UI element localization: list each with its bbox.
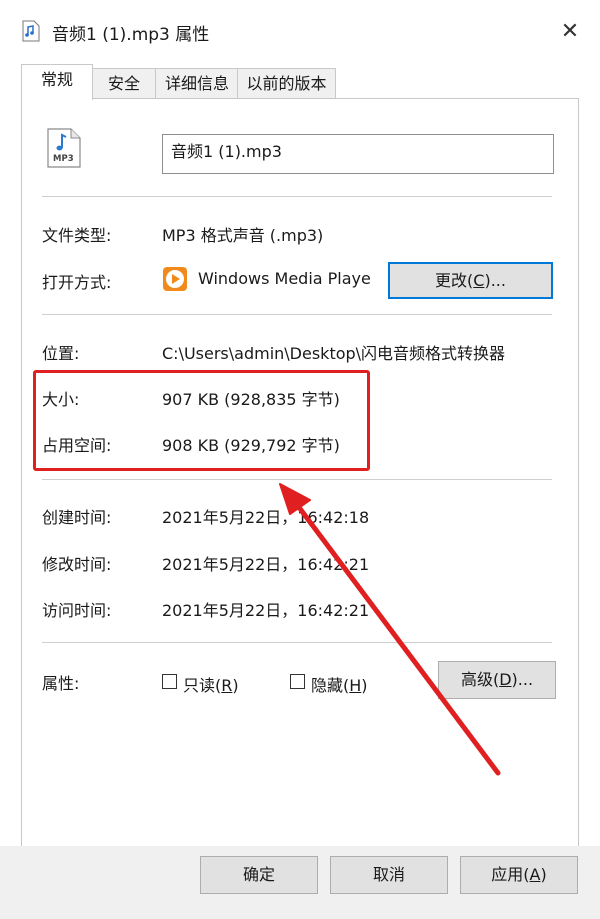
svg-text:MP3: MP3 <box>53 154 74 164</box>
separator <box>42 314 552 315</box>
file-type-label: 文件类型: <box>42 226 112 245</box>
mp3-file-icon: MP3 <box>47 128 81 168</box>
tab-previous-versions[interactable]: 以前的版本 <box>237 68 336 99</box>
cancel-button[interactable]: 取消 <box>330 856 448 894</box>
wmp-icon <box>163 267 187 291</box>
open-with-label: 打开方式: <box>42 273 112 292</box>
location-value: C:\Users\admin\Desktop\闪电音频格式转换器 <box>162 344 506 363</box>
open-with-app-name: Windows Media Playe <box>198 269 371 288</box>
tab-security[interactable]: 安全 <box>91 68 157 99</box>
tab-details[interactable]: 详细信息 <box>155 68 239 99</box>
highlight-box <box>33 370 370 471</box>
attributes-label: 属性: <box>42 674 80 693</box>
ok-button[interactable]: 确定 <box>200 856 318 894</box>
mp3-file-icon <box>22 20 40 42</box>
readonly-checkbox[interactable] <box>162 674 177 689</box>
separator <box>42 642 552 643</box>
accessed-label: 访问时间: <box>42 601 112 620</box>
modified-label: 修改时间: <box>42 555 112 574</box>
created-label: 创建时间: <box>42 508 112 527</box>
hidden-checkbox[interactable] <box>290 674 305 689</box>
location-label: 位置: <box>42 344 80 363</box>
file-name-input[interactable]: 音频1 (1).mp3 <box>162 134 554 174</box>
change-button[interactable]: 更改(C)... <box>388 262 553 299</box>
separator <box>42 479 552 480</box>
apply-button[interactable]: 应用(A) <box>460 856 578 894</box>
window-title: 音频1 (1).mp3 属性 <box>52 25 210 45</box>
separator <box>42 196 552 197</box>
general-panel <box>21 98 579 847</box>
modified-value: 2021年5月22日，16:42:21 <box>162 555 370 574</box>
file-type-value: MP3 格式声音 (.mp3) <box>162 226 324 245</box>
created-value: 2021年5月22日，16:42:18 <box>162 508 370 527</box>
readonly-label[interactable]: 只读(R) <box>183 672 239 696</box>
tab-general[interactable]: 常规 <box>21 64 93 100</box>
close-button[interactable]: ✕ <box>550 14 590 50</box>
title-bar: 音频1 (1).mp3 属性 ✕ <box>0 0 600 62</box>
hidden-label[interactable]: 隐藏(H) <box>311 672 368 696</box>
advanced-button[interactable]: 高级(D)... <box>438 661 556 699</box>
accessed-value: 2021年5月22日，16:42:21 <box>162 601 370 620</box>
